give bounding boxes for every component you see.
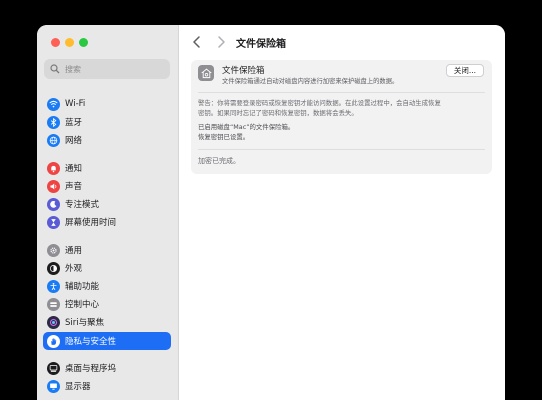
sidebar-item-label: 通知	[65, 164, 83, 174]
gear-icon	[47, 243, 60, 257]
sidebar-item-label: Siri与聚焦	[65, 318, 105, 328]
settings-window: Wi-Fi 蓝牙网络通知声音专注模式屏幕使用时间通用外观辅助功能控制中心 Siri与…	[37, 25, 505, 400]
sidebar-item-label: 外观	[65, 264, 83, 274]
recovery-key-line: 恢复密钥已设置。	[198, 133, 250, 141]
filevault-description: 文件保险箱通过自动对磁盘内容进行加密来保护磁盘上的数据。	[222, 78, 399, 85]
turn-off-button[interactable]: 关闭...	[445, 64, 484, 77]
sidebar: Wi-Fi 蓝牙网络通知声音专注模式屏幕使用时间通用外观辅助功能控制中心 Siri与…	[37, 25, 179, 400]
control-center-icon	[47, 297, 60, 311]
back-button[interactable]	[191, 35, 203, 49]
sidebar-item-label: Wi-Fi	[65, 99, 86, 109]
window-controls	[51, 38, 88, 47]
search-input[interactable]	[65, 64, 155, 74]
sidebar-item-accessibility[interactable]: 辅助功能	[43, 277, 171, 295]
filevault-header: 文件保险箱 文件保险箱通过自动对磁盘内容进行加密来保护磁盘上的数据。 关闭...	[191, 60, 492, 86]
sidebar-item-gear[interactable]: 通用	[43, 241, 171, 259]
appearance-icon	[47, 261, 60, 275]
sidebar-item-hand[interactable]: 隐私与安全性	[43, 332, 171, 350]
enabled-line: 已启用磁盘“Mac”的文件保险箱。	[198, 123, 295, 131]
zoom-window-button[interactable]	[79, 38, 88, 47]
sidebar-item-moon[interactable]: 专注模式	[43, 195, 171, 213]
sidebar-item-wifi[interactable]: Wi-Fi	[43, 95, 171, 113]
search-field[interactable]	[44, 59, 170, 79]
accessibility-icon	[47, 279, 60, 293]
warning-line: 警告：你将需要登录密码或恢复密钥才能访问数据。在此设置过程中，会自动生成恢复	[198, 99, 441, 107]
toolbar: 文件保险箱	[179, 25, 505, 59]
sidebar-item-label: 通用	[65, 246, 83, 256]
sidebar-item-label: 显示器	[65, 382, 91, 392]
hourglass-icon	[47, 215, 60, 229]
sidebar-item-appearance[interactable]: 外观	[43, 259, 171, 277]
sidebar-item-label: 蓝牙	[65, 118, 83, 128]
warning-text: 警告：你将需要登录密码或恢复密钥才能访问数据。在此设置过程中，会自动生成恢复 密…	[198, 98, 483, 118]
sidebar-item-control-center[interactable]: 控制中心	[43, 295, 171, 313]
sidebar-item-label: 桌面与程序坞	[65, 364, 117, 374]
sidebar-item-label: 网络	[65, 136, 83, 146]
sidebar-item-label: 辅助功能	[65, 282, 100, 292]
sidebar-item-hourglass[interactable]: 屏幕使用时间	[43, 213, 171, 231]
sidebar-item-bell[interactable]: 通知	[43, 159, 171, 177]
main-content: 文件保险箱 文件保险箱 文件保险箱通过自动对磁盘内容进行加密来保护磁盘上的数据。…	[179, 25, 505, 400]
speaker-icon	[47, 179, 60, 193]
sidebar-item-display[interactable]: 显示器	[43, 377, 171, 395]
divider	[198, 149, 485, 150]
bluetooth-icon	[47, 115, 60, 129]
page-title: 文件保险箱	[236, 39, 286, 50]
wifi-icon	[47, 97, 60, 111]
enabled-status: 已启用磁盘“Mac”的文件保险箱。 恢复密钥已设置。	[198, 122, 294, 142]
close-window-button[interactable]	[51, 38, 60, 47]
sidebar-item-label: 专注模式	[65, 200, 100, 210]
sidebar-item-label: 屏幕使用时间	[65, 218, 117, 228]
divider	[198, 92, 485, 93]
sidebar-item-label: 控制中心	[65, 300, 100, 310]
hand-icon	[47, 334, 60, 348]
vault-icon	[198, 65, 214, 81]
dock-icon	[47, 361, 60, 375]
sidebar-item-speaker[interactable]: 声音	[43, 177, 171, 195]
sidebar-item-label: 声音	[65, 182, 83, 192]
minimize-window-button[interactable]	[65, 38, 74, 47]
sidebar-item-globe[interactable]: 网络	[43, 131, 171, 149]
display-icon	[47, 379, 60, 393]
siri-icon	[47, 315, 60, 329]
moon-icon	[47, 197, 60, 211]
sidebar-item-bluetooth[interactable]: 蓝牙	[43, 113, 171, 131]
search-icon	[50, 64, 60, 74]
filevault-panel: 文件保险箱 文件保险箱通过自动对磁盘内容进行加密来保护磁盘上的数据。 关闭...…	[191, 60, 492, 174]
sidebar-item-dock[interactable]: 桌面与程序坞	[43, 359, 171, 377]
sidebar-item-siri[interactable]: Siri与聚焦	[43, 313, 171, 331]
globe-icon	[47, 133, 60, 147]
bell-icon	[47, 161, 60, 175]
filevault-title: 文件保险箱	[222, 66, 265, 76]
sidebar-item-label: 隐私与安全性	[65, 337, 117, 347]
encryption-status: 加密已完成。	[198, 157, 240, 165]
warning-line: 密钥。如果同时忘记了密码和恢复密钥，数据将会丢失。	[198, 109, 358, 117]
forward-button[interactable]	[215, 35, 227, 49]
